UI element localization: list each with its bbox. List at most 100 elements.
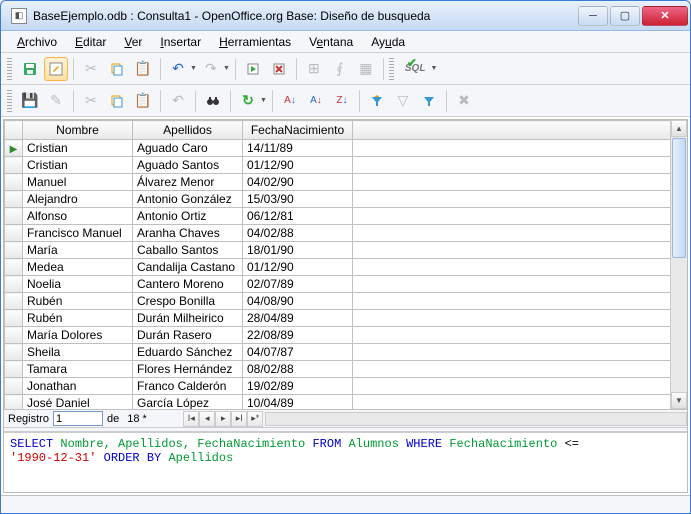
cell[interactable]: Sheila: [23, 344, 133, 361]
sql-dropdown[interactable]: ▼: [430, 65, 437, 72]
row-header[interactable]: [5, 276, 23, 293]
row-header[interactable]: [5, 208, 23, 225]
cell[interactable]: Jonathan: [23, 378, 133, 395]
table-row[interactable]: CristianAguado Santos01/12/90: [5, 157, 687, 174]
paste-data-button[interactable]: 📋: [131, 89, 155, 113]
menu-ayuda[interactable]: Ayuda: [363, 33, 413, 51]
cell[interactable]: Flores Hernández: [133, 361, 243, 378]
scroll-track[interactable]: [671, 259, 687, 392]
row-header[interactable]: [5, 293, 23, 310]
menu-herramientas[interactable]: Herramientas: [211, 33, 299, 51]
cell[interactable]: Antonio González: [133, 191, 243, 208]
redo-dropdown[interactable]: ▼: [223, 65, 230, 72]
table-row[interactable]: ▶CristianAguado Caro14/11/89: [5, 140, 687, 157]
cell[interactable]: Cantero Moreno: [133, 276, 243, 293]
copy-data-button[interactable]: [105, 89, 129, 113]
paste-button[interactable]: 📋: [131, 57, 155, 81]
save-record-button[interactable]: 💾: [18, 89, 42, 113]
undo-dropdown[interactable]: ▼: [190, 65, 197, 72]
functions-button[interactable]: ⨐: [328, 57, 352, 81]
row-header[interactable]: [5, 378, 23, 395]
cell[interactable]: Aguado Caro: [133, 140, 243, 157]
undo-data-button[interactable]: ↶: [166, 89, 190, 113]
row-header[interactable]: [5, 310, 23, 327]
cell[interactable]: 14/11/89: [243, 140, 353, 157]
cell[interactable]: 08/02/88: [243, 361, 353, 378]
cut-button[interactable]: ✂: [79, 57, 103, 81]
sql-editor[interactable]: SELECT Nombre, Apellidos, FechaNacimient…: [4, 432, 687, 492]
nav-last-button[interactable]: ▸I: [231, 411, 247, 427]
vertical-scrollbar[interactable]: ▲ ▼: [670, 120, 687, 409]
refresh-button[interactable]: ↻: [236, 89, 260, 113]
table-row[interactable]: TamaraFlores Hernández08/02/88: [5, 361, 687, 378]
toolbar-grip-3[interactable]: [7, 90, 12, 112]
toolbar-grip[interactable]: [7, 58, 12, 80]
cell[interactable]: 02/07/89: [243, 276, 353, 293]
table-row[interactable]: RubénCrespo Bonilla04/08/90: [5, 293, 687, 310]
cell[interactable]: 04/02/88: [243, 225, 353, 242]
row-header[interactable]: [5, 225, 23, 242]
copy-button[interactable]: [105, 57, 129, 81]
cell[interactable]: Caballo Santos: [133, 242, 243, 259]
cell[interactable]: 18/01/90: [243, 242, 353, 259]
undo-button[interactable]: ↶: [166, 57, 190, 81]
cell[interactable]: 04/07/87: [243, 344, 353, 361]
menu-ver[interactable]: Ver: [116, 33, 150, 51]
corner-cell[interactable]: [5, 121, 23, 140]
cell[interactable]: Aranha Chaves: [133, 225, 243, 242]
run-query-button[interactable]: [241, 57, 265, 81]
cell[interactable]: 06/12/81: [243, 208, 353, 225]
remove-filter-button[interactable]: ✖: [452, 89, 476, 113]
cell[interactable]: Cristian: [23, 140, 133, 157]
menu-archivo[interactable]: Archivo: [9, 33, 65, 51]
sort-asc-button[interactable]: A↓: [304, 89, 328, 113]
cell[interactable]: 04/08/90: [243, 293, 353, 310]
cell[interactable]: Durán Milheirico: [133, 310, 243, 327]
clear-query-button[interactable]: [267, 57, 291, 81]
row-header[interactable]: [5, 259, 23, 276]
autofilter-button[interactable]: [365, 89, 389, 113]
row-header[interactable]: [5, 395, 23, 410]
sql-view-button[interactable]: ✔SQL: [400, 57, 431, 81]
cell[interactable]: José Daniel: [23, 395, 133, 410]
nav-first-button[interactable]: I◂: [183, 411, 199, 427]
cell[interactable]: Cristian: [23, 157, 133, 174]
find-button[interactable]: [201, 89, 225, 113]
edit-data-button[interactable]: ✎: [44, 89, 68, 113]
cell[interactable]: 19/02/89: [243, 378, 353, 395]
row-header[interactable]: [5, 157, 23, 174]
col-nombre[interactable]: Nombre: [23, 121, 133, 140]
table-row[interactable]: MedeaCandalija Castano01/12/90: [5, 259, 687, 276]
cell[interactable]: 01/12/90: [243, 157, 353, 174]
row-header[interactable]: [5, 344, 23, 361]
cell[interactable]: 22/08/89: [243, 327, 353, 344]
row-header[interactable]: [5, 327, 23, 344]
table-row[interactable]: RubénDurán Milheirico28/04/89: [5, 310, 687, 327]
scroll-up-button[interactable]: ▲: [671, 120, 687, 137]
edit-mode-button[interactable]: [44, 57, 68, 81]
cell[interactable]: 04/02/90: [243, 174, 353, 191]
cell[interactable]: 10/04/89: [243, 395, 353, 410]
save-button[interactable]: [18, 57, 42, 81]
cell[interactable]: García López: [133, 395, 243, 410]
cell[interactable]: Aguado Santos: [133, 157, 243, 174]
table-row[interactable]: SheilaEduardo Sánchez04/07/87: [5, 344, 687, 361]
cell[interactable]: María Dolores: [23, 327, 133, 344]
table-row[interactable]: ManuelÁlvarez Menor04/02/90: [5, 174, 687, 191]
scroll-thumb[interactable]: [672, 138, 686, 258]
nav-current-input[interactable]: [53, 411, 103, 426]
maximize-button[interactable]: ▢: [610, 6, 640, 26]
cell[interactable]: Rubén: [23, 310, 133, 327]
standard-filter-button[interactable]: [417, 89, 441, 113]
design-view-button[interactable]: ▦: [354, 57, 378, 81]
apply-filter-button[interactable]: ▽: [391, 89, 415, 113]
sort-desc-button[interactable]: Z↓: [330, 89, 354, 113]
nav-scrollbar[interactable]: [265, 412, 687, 426]
col-fecha[interactable]: FechaNacimiento: [243, 121, 353, 140]
cell[interactable]: 28/04/89: [243, 310, 353, 327]
nav-new-button[interactable]: ▸*: [247, 411, 263, 427]
menu-ventana[interactable]: Ventana: [301, 33, 361, 51]
table-row[interactable]: AlfonsoAntonio Ortiz06/12/81: [5, 208, 687, 225]
table-row[interactable]: AlejandroAntonio González15/03/90: [5, 191, 687, 208]
table-row[interactable]: NoeliaCantero Moreno02/07/89: [5, 276, 687, 293]
